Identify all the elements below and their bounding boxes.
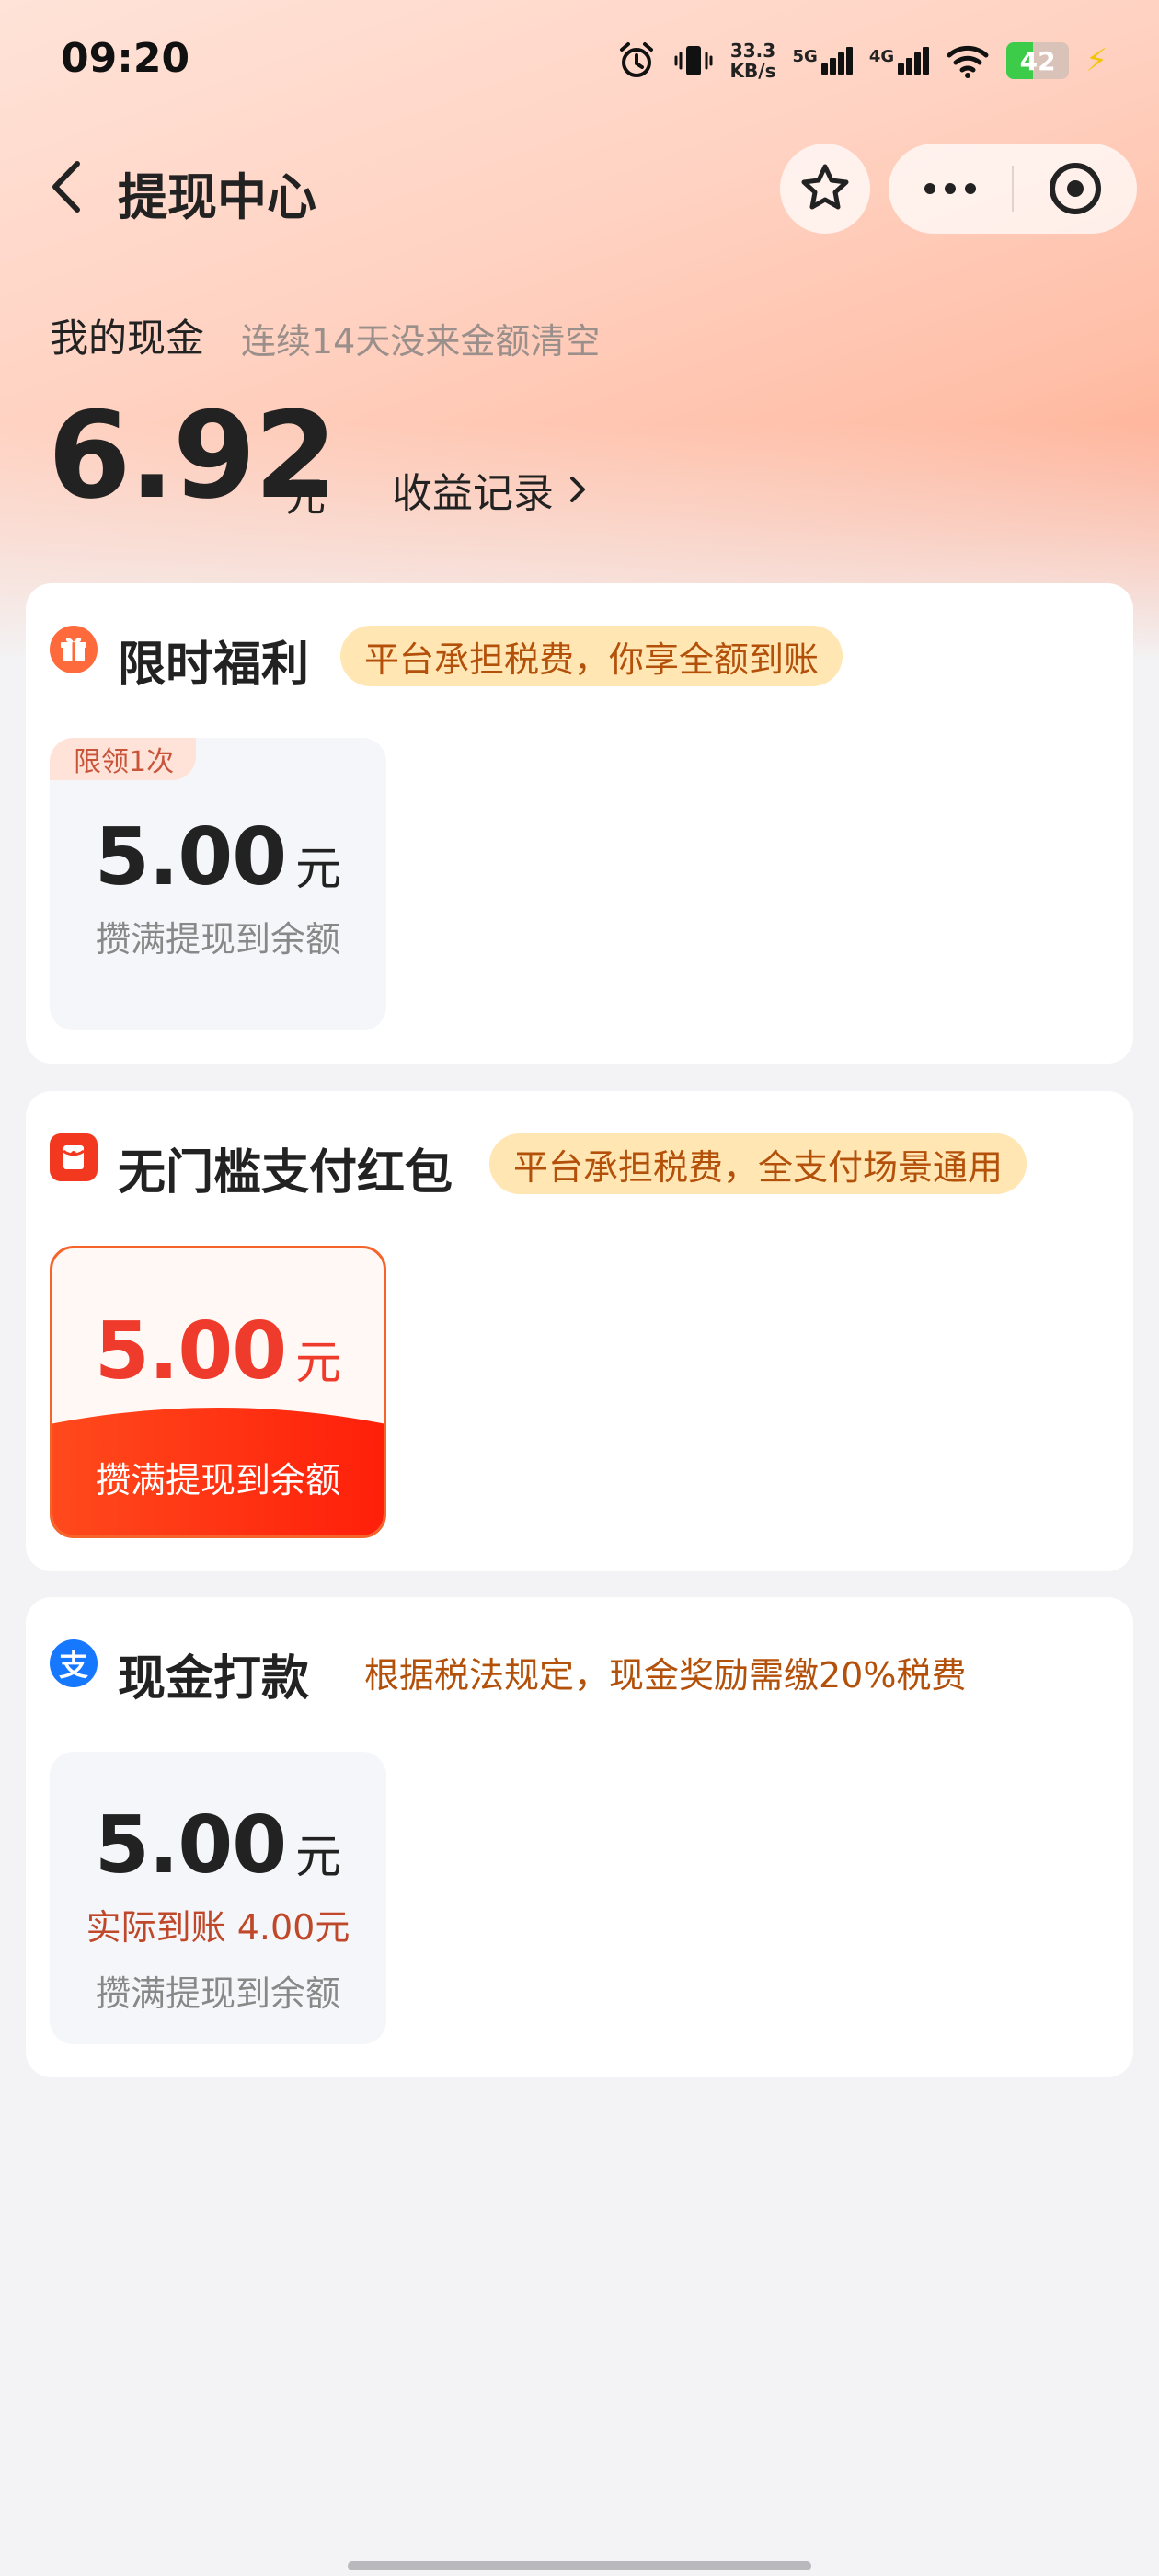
alarm-icon: [616, 40, 657, 81]
tile-caption: 攒满提现到余额: [95, 1460, 340, 1501]
section-title: 限时福利: [118, 638, 310, 693]
signal-icon: 4G: [869, 47, 930, 75]
chevron-right-icon: [570, 477, 585, 502]
tile-amount: 5.00 元: [94, 1305, 342, 1397]
wifi-icon: [946, 42, 990, 79]
alipay-icon: 支: [50, 1639, 98, 1687]
tile-caption: 攒满提现到余额: [95, 919, 340, 960]
chevron-left-icon: [52, 161, 80, 213]
income-record-link[interactable]: 收益记录: [392, 460, 589, 519]
close-miniapp-button[interactable]: [1014, 144, 1137, 234]
actual-received: 实际到账 4.00元: [86, 1907, 350, 1948]
vibrate-icon: [673, 40, 714, 81]
status-time: 09:20: [61, 35, 190, 82]
back-button[interactable]: [37, 155, 101, 219]
gift-icon: [50, 626, 98, 673]
red-packet-icon: [50, 1133, 98, 1181]
battery-icon: 42: [1006, 42, 1070, 79]
more-dots-icon: [924, 183, 976, 194]
more-button[interactable]: [889, 144, 1012, 234]
tile-amount: 5.00 元: [94, 1800, 342, 1892]
section-title: 无门槛支付红包: [118, 1145, 453, 1201]
withdraw-option-tile[interactable]: 限领1次 5.00 元 攒满提现到余额: [50, 738, 386, 1030]
tile-caption: 攒满提现到余额: [95, 1973, 340, 2014]
star-icon: [801, 164, 849, 210]
limited-welfare-card: 限时福利 平台承担税费，你享全额到账 限领1次 5.00 元 攒满提现到余额: [26, 583, 1133, 1064]
section-title: 现金打款: [118, 1651, 310, 1707]
charging-icon: ⚡: [1085, 42, 1107, 79]
section-badge: 平台承担税费，你享全额到账: [340, 626, 843, 686]
favorite-button[interactable]: [780, 144, 870, 234]
red-packet-tile[interactable]: 5.00 元 攒满提现到余额: [50, 1246, 386, 1538]
withdraw-option-tile[interactable]: 5.00 元 实际到账 4.00元 攒满提现到余额: [50, 1752, 386, 2044]
red-packet-card: 无门槛支付红包 平台承担税费，全支付场景通用 5.00 元 攒满提现到余额: [26, 1091, 1133, 1571]
page-title: 提现中心: [118, 168, 316, 226]
status-icons: 33.3 KB/s 5G 4G 42 ⚡: [616, 35, 1107, 86]
cash-unit: 元: [285, 474, 326, 521]
income-record-label: 收益记录: [392, 470, 554, 517]
tax-note: 根据税法规定，现金奖励需缴20%税费: [364, 1655, 967, 1696]
cash-transfer-card: 支 现金打款 根据税法规定，现金奖励需缴20%税费 5.00 元 实际到账 4.0…: [26, 1597, 1133, 2077]
signal-icon: 5G: [793, 47, 853, 75]
cash-label: 我的现金: [50, 316, 205, 361]
tile-amount: 5.00 元: [94, 811, 342, 903]
section-badge: 平台承担税费，全支付场景通用: [489, 1133, 1027, 1194]
limit-tag: 限领1次: [50, 738, 197, 780]
network-speed: 33.3 KB/s: [729, 40, 776, 82]
miniapp-capsule: [889, 144, 1137, 234]
cash-expiry-note: 连续14天没来金额清空: [241, 321, 601, 362]
target-icon: [1050, 163, 1101, 214]
home-indicator[interactable]: [348, 2561, 811, 2570]
